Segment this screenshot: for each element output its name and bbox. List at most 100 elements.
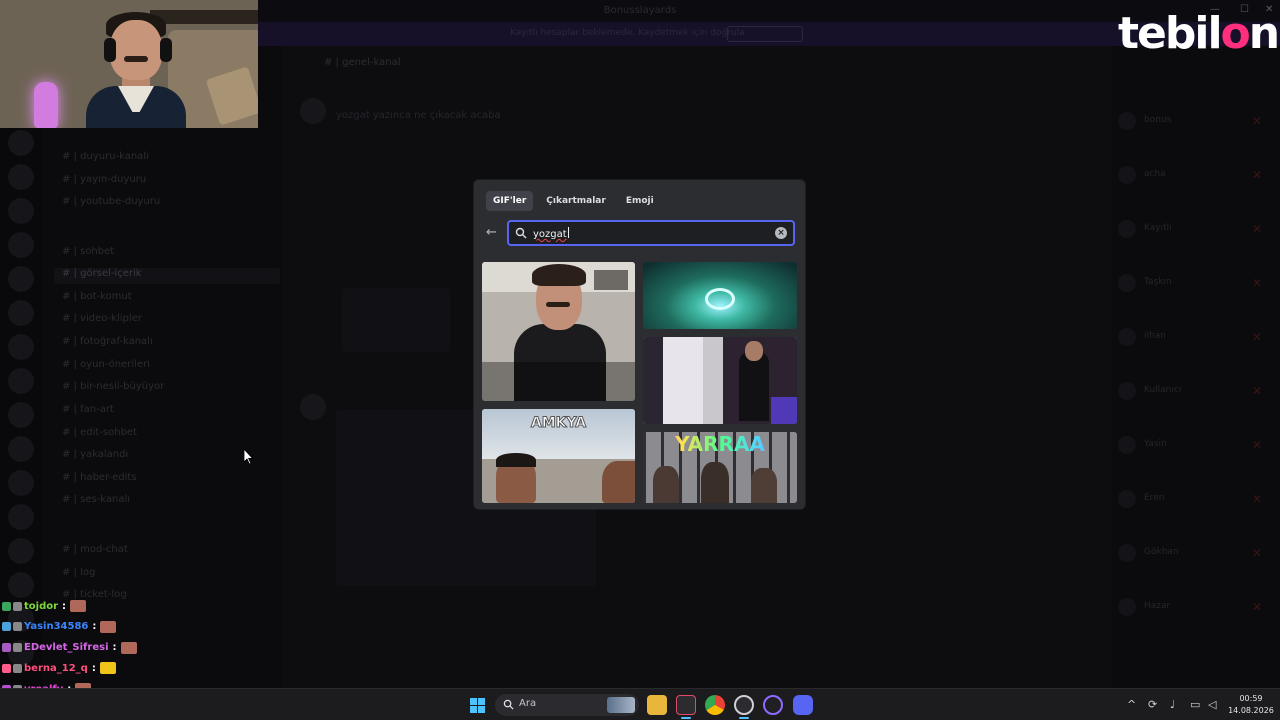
member-name[interactable]: bonus: [1144, 115, 1171, 125]
channel-item[interactable]: # | fan-art: [62, 404, 114, 418]
red-x-icon: ✕: [1252, 276, 1263, 290]
volume-icon[interactable]: ◁: [1208, 698, 1216, 712]
file-explorer-icon[interactable]: [647, 695, 667, 715]
discord-icon[interactable]: [793, 695, 813, 715]
chat-message: Yasin34586:: [2, 618, 117, 636]
server-icon[interactable]: [8, 130, 34, 156]
server-icon[interactable]: [8, 334, 34, 360]
gif-result[interactable]: [643, 337, 797, 424]
server-icon[interactable]: [8, 504, 34, 530]
gif-result[interactable]: [643, 262, 797, 329]
gif-search-field[interactable]: yozgat ×: [507, 220, 795, 246]
member-avatar[interactable]: [1118, 274, 1136, 292]
tebilon-logo: tebilon: [1118, 8, 1280, 59]
obs-icon[interactable]: [734, 695, 754, 715]
taskbar-clock[interactable]: 00:59 14.08.2026: [1226, 693, 1276, 717]
chat-emote-icon: [100, 620, 117, 633]
gif-result[interactable]: YARRAA: [643, 432, 797, 503]
member-name[interactable]: ilhan: [1144, 331, 1166, 341]
microphone-icon[interactable]: ♩: [1170, 698, 1175, 712]
member-avatar[interactable]: [1118, 220, 1136, 238]
gif-search-input[interactable]: yozgat: [533, 227, 763, 241]
channel-item[interactable]: # | fotoğraf-kanalı: [62, 336, 153, 350]
server-icon[interactable]: [8, 402, 34, 428]
server-icon[interactable]: [8, 164, 34, 190]
server-icon[interactable]: [8, 368, 34, 394]
chat-emote-icon: [120, 641, 137, 654]
member-name[interactable]: Kayıtlı: [1144, 223, 1172, 233]
channel-item[interactable]: # | sohbet: [62, 246, 114, 260]
chrome-icon[interactable]: [705, 695, 725, 715]
member-avatar[interactable]: [1118, 544, 1136, 562]
member-name[interactable]: Eren: [1144, 493, 1164, 503]
channel-item[interactable]: # | video-klipler: [62, 313, 142, 327]
channel-item[interactable]: # | haber-edits: [62, 472, 137, 486]
member-avatar[interactable]: [1118, 382, 1136, 400]
gif-result[interactable]: AMKYA: [482, 409, 635, 503]
tab-stickers[interactable]: Çıkartmalar: [539, 191, 613, 211]
server-icon[interactable]: [8, 266, 34, 292]
member-name[interactable]: acha: [1144, 169, 1166, 179]
notice-button[interactable]: [727, 26, 803, 42]
clear-circle-icon[interactable]: ×: [775, 227, 787, 239]
member-name[interactable]: Gökhan: [1144, 547, 1179, 557]
chat-username: tojdor: [24, 600, 59, 612]
server-icon[interactable]: [8, 232, 34, 258]
member-avatar[interactable]: [1118, 598, 1136, 616]
arrow-left-icon[interactable]: ←: [486, 226, 497, 240]
chat-badge-icon: [13, 601, 22, 611]
member-avatar[interactable]: [1118, 166, 1136, 184]
taskbar-search[interactable]: Ara: [495, 694, 639, 716]
picker-tabs: GIF'ler Çıkartmalar Emoji: [486, 191, 661, 211]
channel-item[interactable]: # | edit-sohbet: [62, 427, 137, 441]
chat-separator: :: [92, 621, 97, 633]
chat-message: EDevlet_Sifresi:: [2, 639, 137, 657]
member-name[interactable]: Kullanıcı: [1144, 385, 1181, 395]
sync-icon[interactable]: ⟳: [1148, 698, 1157, 712]
channel-header: # | genel-kanal: [324, 57, 401, 68]
server-icon[interactable]: [8, 198, 34, 224]
network-icon[interactable]: ▭: [1190, 698, 1200, 712]
channel-item[interactable]: # | bot-komut: [62, 291, 132, 305]
taskbar-search-placeholder: Ara: [519, 698, 537, 709]
member-avatar[interactable]: [1118, 112, 1136, 130]
channel-item[interactable]: # | ses-kanalı: [62, 494, 130, 508]
server-icon[interactable]: [8, 572, 34, 598]
red-x-icon: ✕: [1252, 492, 1263, 506]
screen: Bonusslayards — ☐ ✕ Kayıtlı hesaplar bek…: [0, 0, 1280, 720]
chat-separator: :: [91, 662, 96, 674]
channel-item[interactable]: # | oyun-önerileri: [62, 359, 150, 373]
member-avatar[interactable]: [1118, 490, 1136, 508]
member-avatar[interactable]: [1118, 436, 1136, 454]
gif-caption: YARRAA: [643, 432, 797, 456]
chevron-up-icon[interactable]: ^: [1127, 698, 1136, 712]
channel-item[interactable]: # | duyuru-kanalı: [62, 151, 149, 165]
circle-app-icon[interactable]: [763, 695, 783, 715]
channel-item[interactable]: # | youtube-duyuru: [62, 196, 160, 210]
chat-message: berna_12_q:: [2, 659, 116, 677]
notice-text: Kayıtlı hesaplar beklemede. Kaydetmek iç…: [510, 28, 745, 38]
chat-separator: :: [112, 642, 117, 654]
channel-item[interactable]: # | yayın-duyuru: [62, 174, 146, 188]
channel-item[interactable]: # | mod-chat: [62, 544, 128, 558]
terminal-icon[interactable]: [676, 695, 696, 715]
avatar: [300, 98, 326, 124]
channel-item[interactable]: # | bir-nesil-büyüyor: [62, 381, 164, 395]
channel-item[interactable]: # | görsel-içerik: [62, 268, 142, 282]
windows-start-icon[interactable]: [470, 698, 485, 713]
search-highlight-icon: [607, 697, 635, 713]
member-avatar[interactable]: [1118, 328, 1136, 346]
channel-item[interactable]: # | log: [62, 567, 95, 581]
member-name[interactable]: Yasin: [1144, 439, 1167, 449]
server-icon[interactable]: [8, 436, 34, 462]
tab-gifs[interactable]: GIF'ler: [486, 191, 534, 211]
member-name[interactable]: Hazar: [1144, 601, 1170, 611]
server-icon[interactable]: [8, 470, 34, 496]
member-name[interactable]: Taşkın: [1144, 277, 1172, 287]
server-icon[interactable]: [8, 538, 34, 564]
chat-badge-icon: [2, 601, 11, 611]
channel-item[interactable]: # | yakalandı: [62, 449, 128, 463]
gif-result[interactable]: [482, 262, 635, 401]
server-icon[interactable]: [8, 300, 34, 326]
tab-emoji[interactable]: Emoji: [619, 191, 661, 211]
